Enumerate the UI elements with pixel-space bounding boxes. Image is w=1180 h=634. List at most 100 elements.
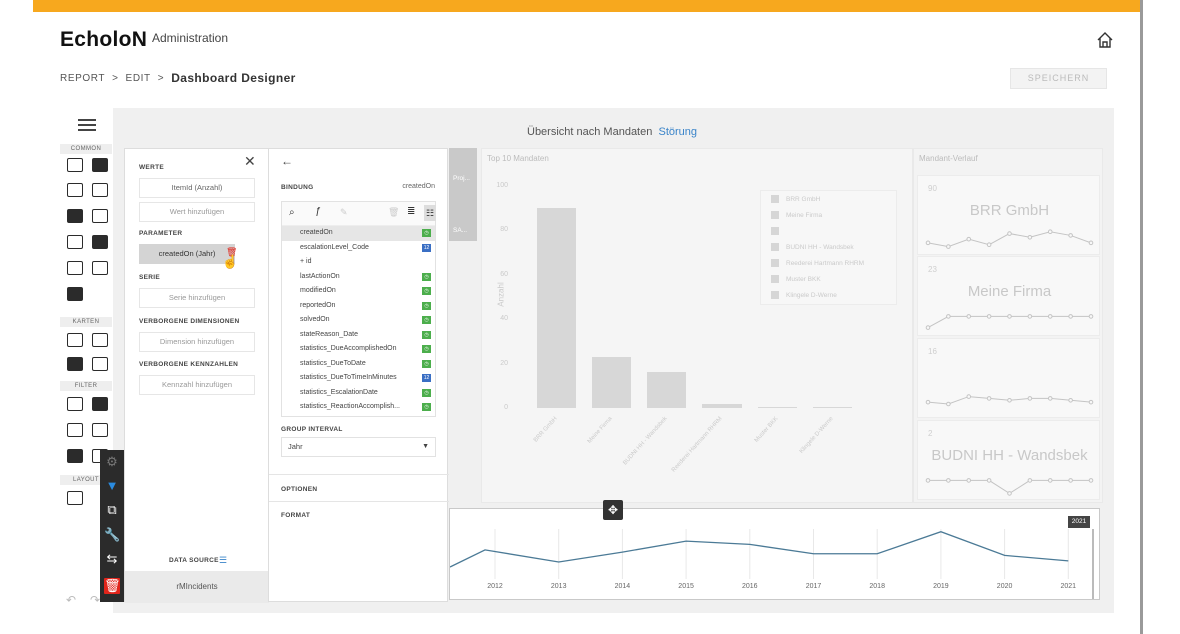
legend-item[interactable]: Muster BKK <box>761 271 896 287</box>
legend-item[interactable]: Meine Firma <box>761 207 896 223</box>
legend-item[interactable] <box>761 223 896 239</box>
field-item-label: stateReason_Date <box>300 330 358 338</box>
bar[interactable] <box>702 403 742 408</box>
bar[interactable] <box>812 406 852 408</box>
optionen-heading[interactable]: OPTIONEN <box>281 486 317 493</box>
field-item[interactable]: modifiedOn ◷ <box>282 284 435 299</box>
legend-swatch <box>771 291 779 299</box>
menu-icon[interactable] <box>78 119 96 132</box>
settings-icon[interactable]: ⚙ <box>104 454 120 470</box>
sparkline-point <box>925 325 931 330</box>
legend-item[interactable]: Klingele D-Werne <box>761 287 896 303</box>
delete-icon[interactable]: 🗑 <box>104 578 121 594</box>
add-calculated-field-icon[interactable]: ƒ <box>315 206 321 217</box>
project-card[interactable]: Proj... SA... <box>449 148 477 241</box>
trend-card[interactable]: 23 Meine Firma <box>917 256 1100 336</box>
field-item[interactable]: stateReason_Date ◷ <box>282 328 435 343</box>
dot-map-icon[interactable] <box>67 333 83 347</box>
choropleth-map-icon[interactable] <box>92 333 108 347</box>
field-item[interactable]: statistics_EscalationDate ◷ <box>282 386 435 401</box>
field-item-label: statistics_ReactionAccomplish... <box>300 403 400 410</box>
search-icon[interactable]: ⌕ <box>289 207 295 218</box>
trend-card[interactable]: 2 BUDNI HH - Wandsbek <box>917 420 1100 500</box>
add-werte-button[interactable]: Wert hinzufügen <box>139 202 255 222</box>
gauge-icon[interactable] <box>92 235 108 249</box>
undo-icon[interactable]: ↶ <box>66 593 76 607</box>
move-handle-icon[interactable]: ✥ <box>603 500 623 520</box>
image-icon[interactable] <box>92 261 108 275</box>
bar[interactable] <box>757 406 797 408</box>
wrench-icon[interactable]: 🔧 <box>104 527 120 543</box>
sparkline-point <box>986 478 992 483</box>
field-item[interactable]: statistics_ReactionAccomplish... ◷ <box>282 400 435 415</box>
tree-view-icon[interactable] <box>67 423 83 437</box>
field-item[interactable]: solvedOn ◷ <box>282 313 435 328</box>
field-item[interactable]: reportedOn ◷ <box>282 299 435 314</box>
bar[interactable] <box>647 372 687 408</box>
add-dimension-button[interactable]: Dimension hinzufügen <box>139 332 255 352</box>
layout-icon[interactable]: ⧉ <box>104 502 120 518</box>
back-arrow-icon[interactable]: ← <box>281 154 293 168</box>
add-measure-button[interactable]: Kennzahl hinzufügen <box>139 375 255 395</box>
toolbox-section-filter: FILTER <box>60 381 112 391</box>
list-box-icon[interactable] <box>92 397 108 411</box>
trend-card[interactable]: 90 BRR GmbH <box>917 175 1100 255</box>
legend-item[interactable]: BRR GmbH <box>761 191 896 207</box>
hidden-dimensions-heading: VERBORGENE DIMENSIONEN <box>139 318 240 325</box>
convert-icon[interactable]: ⇆ <box>104 551 120 567</box>
legend-label: Klingele D-Werne <box>786 291 837 299</box>
breadcrumb-report[interactable]: REPORT <box>60 73 105 84</box>
combo-box-icon[interactable] <box>67 397 83 411</box>
text-box-icon[interactable] <box>67 261 83 275</box>
bar[interactable] <box>592 356 632 408</box>
dashboard-title-link[interactable]: Störung <box>658 126 697 138</box>
field-item[interactable]: statistics_DueToTimeInMinutes 12 <box>282 371 435 386</box>
treemap-icon[interactable] <box>92 183 108 197</box>
werte-item-button[interactable]: ItemId (Anzahl) <box>139 178 255 198</box>
close-icon[interactable]: ✕ <box>244 153 256 170</box>
pie-icon[interactable] <box>67 209 83 223</box>
bindung-heading: BINDUNG <box>281 184 314 191</box>
field-item[interactable]: createdOn ◷ <box>282 226 435 241</box>
tab-container-icon[interactable] <box>67 491 83 505</box>
edit-icon[interactable]: ✎ <box>340 207 348 218</box>
home-icon[interactable] <box>1096 31 1114 49</box>
legend-item[interactable]: Reederei Hartmann RHRM <box>761 255 896 271</box>
date-filter-icon[interactable] <box>67 449 83 463</box>
hand-cursor-icon: ☝ <box>222 254 239 269</box>
data-source-name[interactable]: rMIncidents <box>125 571 269 603</box>
field-item[interactable]: + id <box>282 255 435 270</box>
field-item[interactable]: escalationLevel_Code 12 <box>282 241 435 256</box>
list-view-icon[interactable]: ≣ <box>407 206 415 217</box>
legend-item[interactable]: BUDNI HH - Wandsbek <box>761 239 896 255</box>
field-item[interactable]: statistics_DueToDate ◷ <box>282 357 435 372</box>
add-serie-button[interactable]: Serie hinzufügen <box>139 288 255 308</box>
scatter-icon[interactable] <box>92 209 108 223</box>
filter-icon[interactable]: ▼ <box>104 478 120 494</box>
pie-map-icon[interactable] <box>92 357 108 371</box>
breadcrumb-edit[interactable]: EDIT <box>126 73 151 84</box>
field-item[interactable]: statistics_DueAccomplishedOn ◷ <box>282 342 435 357</box>
group-interval-value: Jahr <box>288 442 303 451</box>
bar-chart-icon[interactable] <box>67 183 83 197</box>
image-alt-icon[interactable] <box>67 287 83 301</box>
grid-icon[interactable] <box>67 158 83 172</box>
trend-card[interactable]: 16 <box>917 338 1100 418</box>
redo-icon[interactable]: ↷ <box>90 593 100 607</box>
bar[interactable] <box>537 208 577 408</box>
group-interval-select[interactable]: Jahr ▼ <box>281 437 436 457</box>
card-icon[interactable] <box>67 235 83 249</box>
delete-field-icon[interactable]: 🗑 <box>388 207 399 218</box>
tree-view-icon[interactable]: ☷ <box>424 205 436 221</box>
sigma-icon[interactable] <box>92 158 108 172</box>
bubble-map-icon[interactable] <box>67 357 83 371</box>
format-heading[interactable]: FORMAT <box>281 512 310 519</box>
legend-label: Reederei Hartmann RHRM <box>786 259 865 267</box>
save-button[interactable]: SPEICHERN <box>1010 68 1107 89</box>
field-item[interactable]: lastActionOn ◷ <box>282 270 435 285</box>
app-logo[interactable]: EcholoN <box>60 28 147 52</box>
field-list-toolbar: ⌕ ƒ ✎ 🗑 ≣ ☷ <box>282 202 436 226</box>
range-filter-timeline[interactable]: 2021 2012 2013 2014 2015 2016 2017 2018 2019 202… <box>449 508 1100 600</box>
parameter-item-button[interactable]: createdOn (Jahr) <box>139 244 235 264</box>
tab-icon[interactable] <box>92 423 108 437</box>
